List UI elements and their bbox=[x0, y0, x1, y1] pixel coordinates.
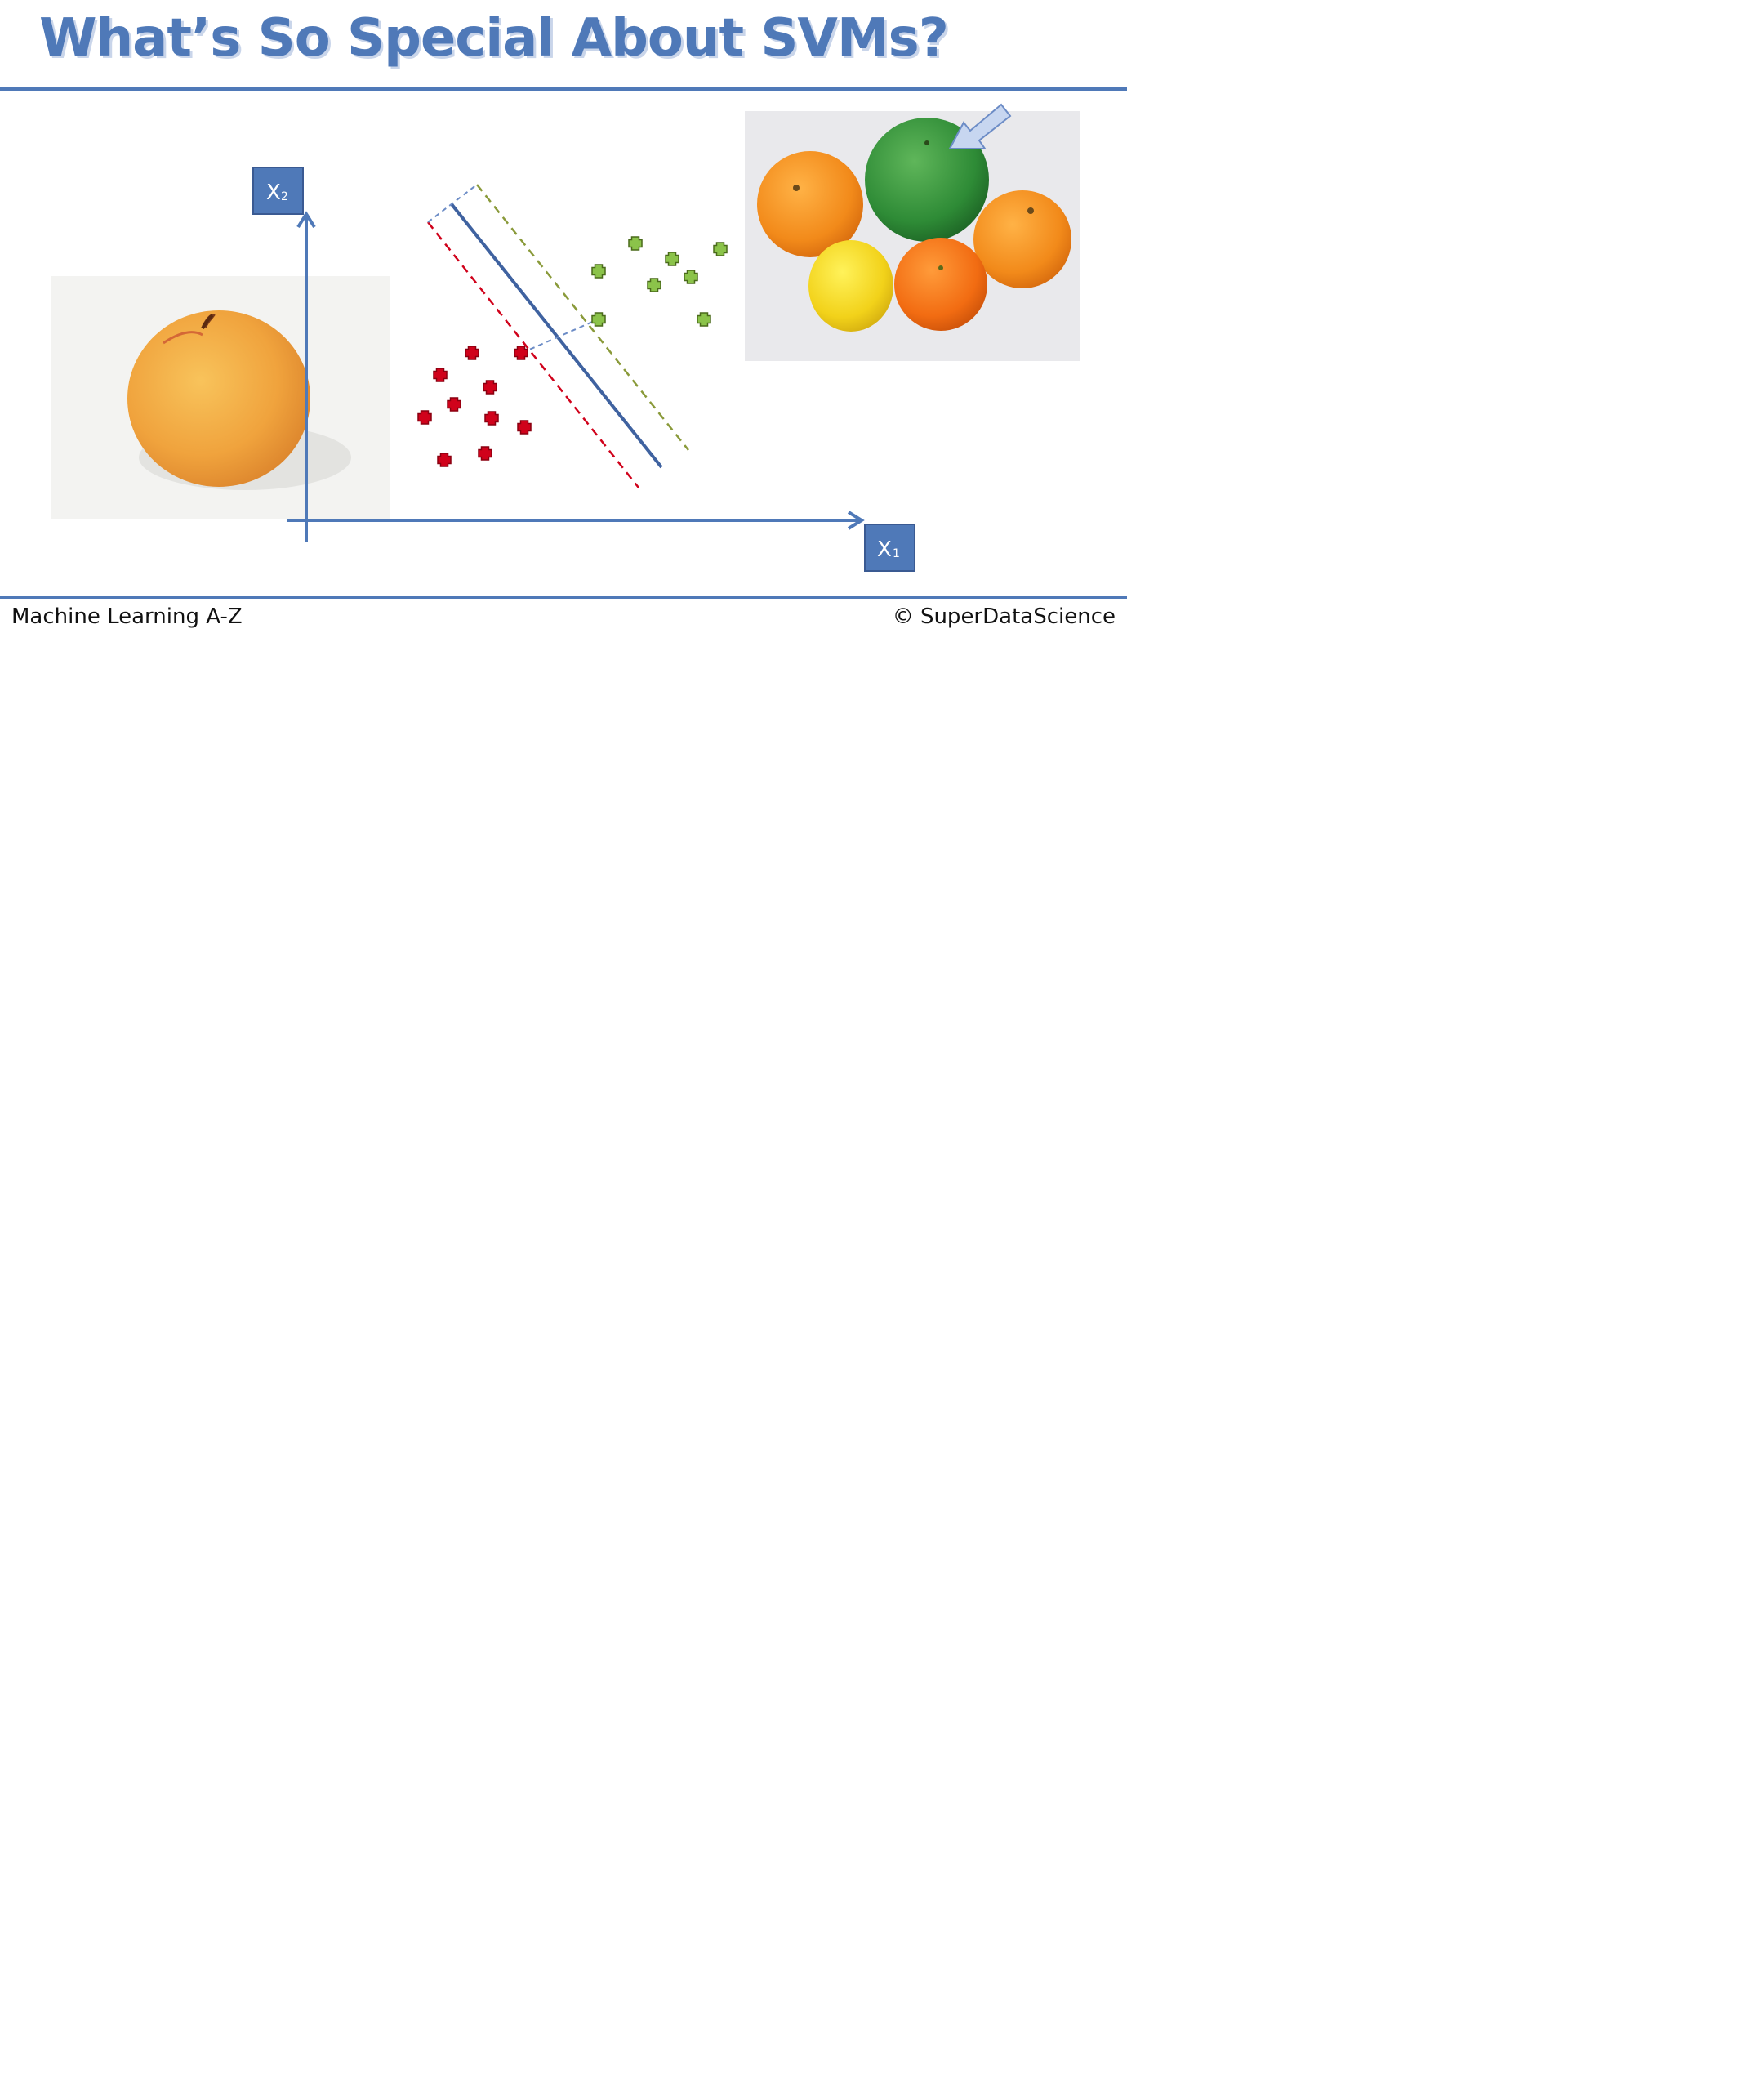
x-axis-label-box: X 1 bbox=[864, 524, 915, 572]
y-axis-label-box: X 2 bbox=[252, 167, 304, 215]
margin-width-top bbox=[427, 184, 478, 223]
slide: What’s So Special About SVMs? X 2 X 1 Ma… bbox=[0, 0, 1127, 634]
green-class-point bbox=[647, 278, 662, 292]
green-class-point bbox=[697, 312, 711, 327]
red-class-points bbox=[417, 346, 532, 467]
red-class-point bbox=[484, 411, 499, 426]
green-class-point bbox=[591, 312, 606, 327]
svm-diagram: X 2 X 1 bbox=[51, 103, 1080, 572]
green-class-point bbox=[628, 236, 643, 251]
red-class-point bbox=[447, 397, 461, 412]
red-class-point bbox=[465, 346, 479, 360]
red-class-point bbox=[517, 420, 532, 435]
red-class-point bbox=[483, 380, 497, 395]
y-axis-label: X bbox=[266, 181, 281, 205]
green-class-points bbox=[591, 236, 728, 327]
green-class-point bbox=[665, 252, 679, 266]
red-class-point bbox=[437, 453, 452, 467]
green-class-point bbox=[591, 264, 606, 279]
green-class-point bbox=[684, 270, 698, 284]
green-class-point bbox=[713, 242, 728, 256]
footer-course-name: Machine Learning A-Z bbox=[11, 604, 243, 629]
red-class-point bbox=[417, 410, 432, 425]
red-class-point bbox=[433, 368, 448, 382]
x-axis-subscript: 1 bbox=[893, 547, 900, 560]
apple-image bbox=[51, 276, 390, 520]
red-class-point bbox=[514, 346, 528, 360]
positive-margin-line bbox=[476, 184, 689, 451]
oranges-image bbox=[745, 111, 1080, 361]
margin-width-support bbox=[521, 319, 597, 354]
y-axis-subscript: 2 bbox=[281, 190, 288, 203]
footer-divider bbox=[0, 596, 1127, 599]
footer-copyright: © SuperDataScience bbox=[892, 604, 1116, 629]
x-axis-label: X bbox=[877, 537, 892, 562]
negative-margin-line bbox=[427, 221, 639, 488]
red-class-point bbox=[478, 446, 492, 461]
